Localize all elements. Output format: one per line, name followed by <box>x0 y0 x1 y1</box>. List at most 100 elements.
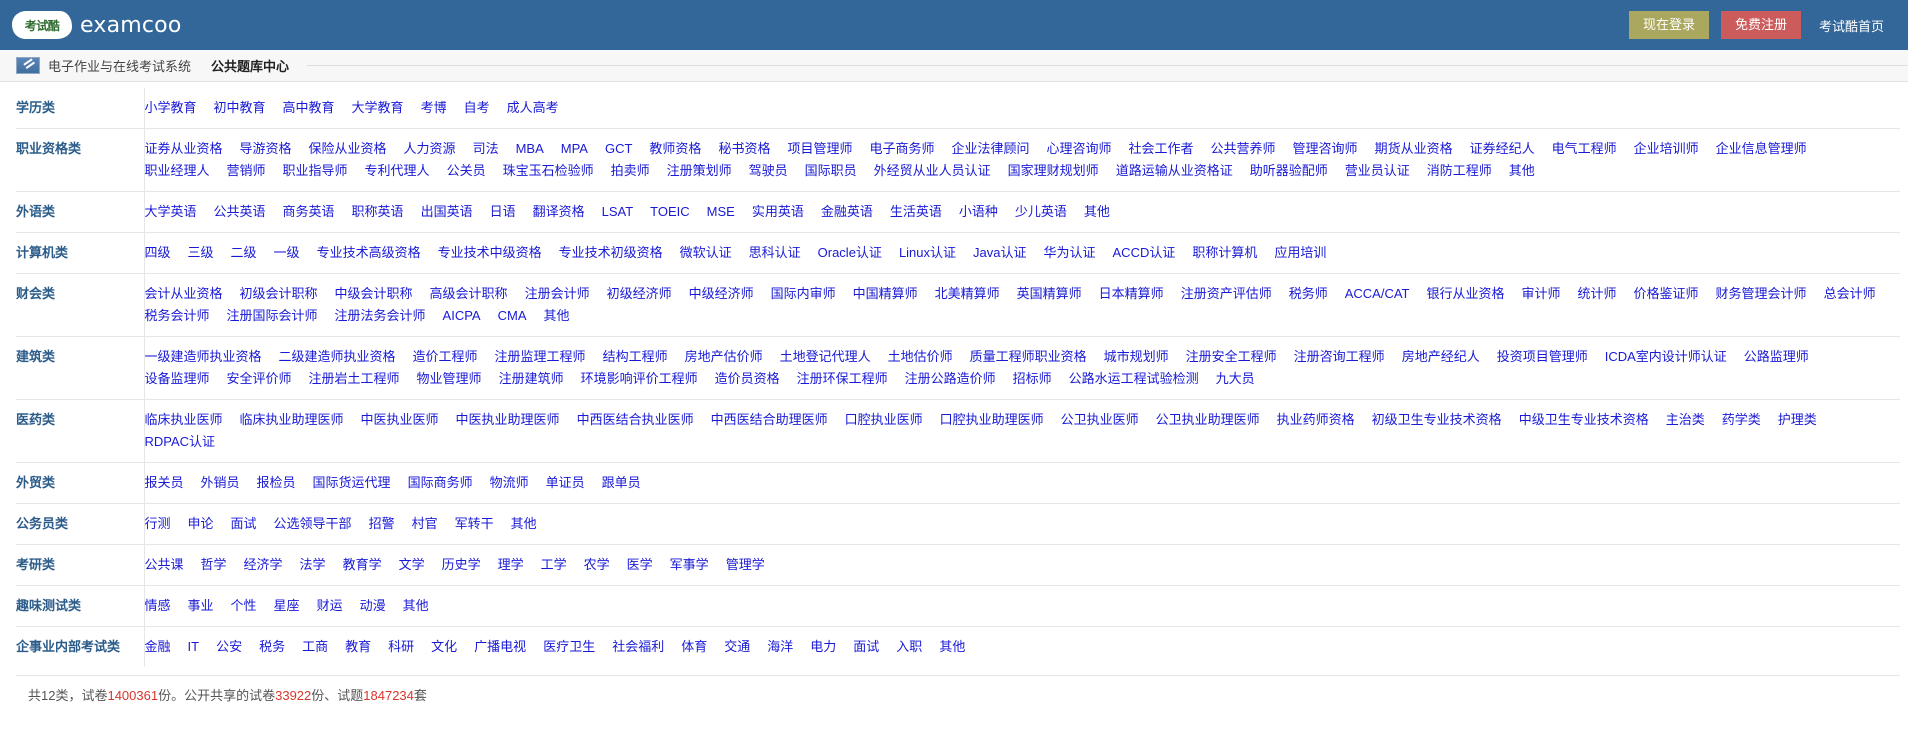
category-link[interactable]: IT <box>188 636 200 658</box>
category-link[interactable]: 税务 <box>259 636 285 658</box>
category-link[interactable]: 少儿英语 <box>1015 201 1067 223</box>
category-link[interactable]: 注册安全工程师 <box>1186 346 1277 368</box>
category-link[interactable]: 国际货运代理 <box>313 472 391 494</box>
category-link[interactable]: 物流师 <box>490 472 529 494</box>
category-link[interactable]: ACCA/CAT <box>1345 283 1410 305</box>
category-link[interactable]: 中国精算师 <box>853 283 918 305</box>
category-link[interactable]: 报关员 <box>145 472 184 494</box>
category-link[interactable]: 银行从业资格 <box>1426 283 1504 305</box>
category-link[interactable]: 文化 <box>431 636 457 658</box>
category-link[interactable]: 电气工程师 <box>1552 138 1617 160</box>
category-link[interactable]: 房地产估价师 <box>685 346 763 368</box>
category-link[interactable]: 科研 <box>388 636 414 658</box>
category-link[interactable]: TOEIC <box>650 201 690 223</box>
category-link[interactable]: 会计从业资格 <box>145 283 223 305</box>
category-link[interactable]: 导游资格 <box>240 138 292 160</box>
category-link[interactable]: 临床执业助理医师 <box>240 409 344 431</box>
category-link[interactable]: 其他 <box>511 513 537 535</box>
category-link[interactable]: 公共英语 <box>214 201 266 223</box>
category-link[interactable]: 交通 <box>724 636 750 658</box>
category-link[interactable]: 九大员 <box>1216 368 1255 390</box>
category-link[interactable]: 统计师 <box>1578 283 1617 305</box>
category-link[interactable]: 口腔执业助理医师 <box>940 409 1044 431</box>
category-link[interactable]: 大学英语 <box>145 201 197 223</box>
category-link[interactable]: 外销员 <box>201 472 240 494</box>
category-link[interactable]: 公选领导干部 <box>274 513 352 535</box>
category-link[interactable]: 电力 <box>810 636 836 658</box>
category-link[interactable]: 公安 <box>216 636 242 658</box>
category-link[interactable]: 结构工程师 <box>603 346 668 368</box>
category-link[interactable]: 税务师 <box>1289 283 1328 305</box>
category-link[interactable]: 电子商务师 <box>869 138 934 160</box>
category-link[interactable]: 安全评价师 <box>227 368 292 390</box>
category-link[interactable]: 助听器验配师 <box>1250 160 1328 182</box>
category-link[interactable]: 注册公路造价师 <box>905 368 996 390</box>
category-link[interactable]: 考博 <box>421 97 447 119</box>
category-link[interactable]: 国际内审师 <box>771 283 836 305</box>
category-link[interactable]: 驾驶员 <box>749 160 788 182</box>
category-link[interactable]: 中级卫生专业技术资格 <box>1519 409 1649 431</box>
category-link[interactable]: 中级会计职称 <box>335 283 413 305</box>
category-link[interactable]: 注册会计师 <box>525 283 590 305</box>
category-link[interactable]: 医疗卫生 <box>543 636 595 658</box>
category-link[interactable]: 司法 <box>473 138 499 160</box>
category-link[interactable]: 国际商务师 <box>408 472 473 494</box>
category-link[interactable]: 二级 <box>231 242 257 264</box>
category-link[interactable]: 职业经理人 <box>145 160 210 182</box>
category-link[interactable]: 医学 <box>627 554 653 576</box>
category-link[interactable]: 法学 <box>300 554 326 576</box>
category-link[interactable]: 其他 <box>403 595 429 617</box>
category-link[interactable]: 农学 <box>584 554 610 576</box>
category-link[interactable]: Oracle认证 <box>818 242 882 264</box>
category-link[interactable]: 面试 <box>231 513 257 535</box>
category-link[interactable]: 国家理财规划师 <box>1008 160 1099 182</box>
category-link[interactable]: 思科认证 <box>749 242 801 264</box>
category-link[interactable]: 造价工程师 <box>413 346 478 368</box>
category-link[interactable]: 面试 <box>853 636 879 658</box>
signup-button[interactable]: 免费注册 <box>1721 11 1801 39</box>
category-link[interactable]: 心理咨询师 <box>1047 138 1112 160</box>
category-link[interactable]: 造价员资格 <box>715 368 780 390</box>
category-link[interactable]: 事业 <box>188 595 214 617</box>
category-link[interactable]: 入职 <box>896 636 922 658</box>
category-link[interactable]: 实用英语 <box>752 201 804 223</box>
category-link[interactable]: 理学 <box>498 554 524 576</box>
category-link[interactable]: 经济学 <box>244 554 283 576</box>
category-link[interactable]: 临床执业医师 <box>145 409 223 431</box>
category-link[interactable]: 工商 <box>302 636 328 658</box>
category-link[interactable]: 出国英语 <box>421 201 473 223</box>
category-link[interactable]: 管理咨询师 <box>1293 138 1358 160</box>
category-link[interactable]: 企业信息管理师 <box>1716 138 1807 160</box>
category-link[interactable]: 公共营养师 <box>1211 138 1276 160</box>
category-link[interactable]: 注册咨询工程师 <box>1294 346 1385 368</box>
category-link[interactable]: 星座 <box>274 595 300 617</box>
category-link[interactable]: 英国精算师 <box>1017 283 1082 305</box>
category-link[interactable]: 执业药师资格 <box>1277 409 1355 431</box>
category-link[interactable]: 单证员 <box>546 472 585 494</box>
category-link[interactable]: 教育 <box>345 636 371 658</box>
category-link[interactable]: 价格鉴证师 <box>1634 283 1699 305</box>
category-link[interactable]: GCT <box>605 138 632 160</box>
category-link[interactable]: 专利代理人 <box>365 160 430 182</box>
category-link[interactable]: 国际职员 <box>805 160 857 182</box>
category-link[interactable]: 注册监理工程师 <box>495 346 586 368</box>
category-link[interactable]: 翻译资格 <box>533 201 585 223</box>
category-link[interactable]: Java认证 <box>973 242 1026 264</box>
category-link[interactable]: 税务会计师 <box>145 305 210 327</box>
category-link[interactable]: ICDA室内设计师认证 <box>1605 346 1727 368</box>
category-link[interactable]: 体育 <box>681 636 707 658</box>
category-link[interactable]: 初级卫生专业技术资格 <box>1372 409 1502 431</box>
category-link[interactable]: 教育学 <box>343 554 382 576</box>
category-link[interactable]: 物业管理师 <box>417 368 482 390</box>
category-link[interactable]: 公关员 <box>447 160 486 182</box>
category-link[interactable]: MPA <box>561 138 588 160</box>
category-link[interactable]: 社会福利 <box>612 636 664 658</box>
category-link[interactable]: 广播电视 <box>474 636 526 658</box>
category-link[interactable]: 职业指导师 <box>283 160 348 182</box>
category-link[interactable]: 跟单员 <box>602 472 641 494</box>
category-link[interactable]: 自考 <box>464 97 490 119</box>
category-link[interactable]: 珠宝玉石检验师 <box>503 160 594 182</box>
category-link[interactable]: 注册岩土工程师 <box>309 368 400 390</box>
category-link[interactable]: LSAT <box>602 201 634 223</box>
category-link[interactable]: 房地产经纪人 <box>1402 346 1480 368</box>
